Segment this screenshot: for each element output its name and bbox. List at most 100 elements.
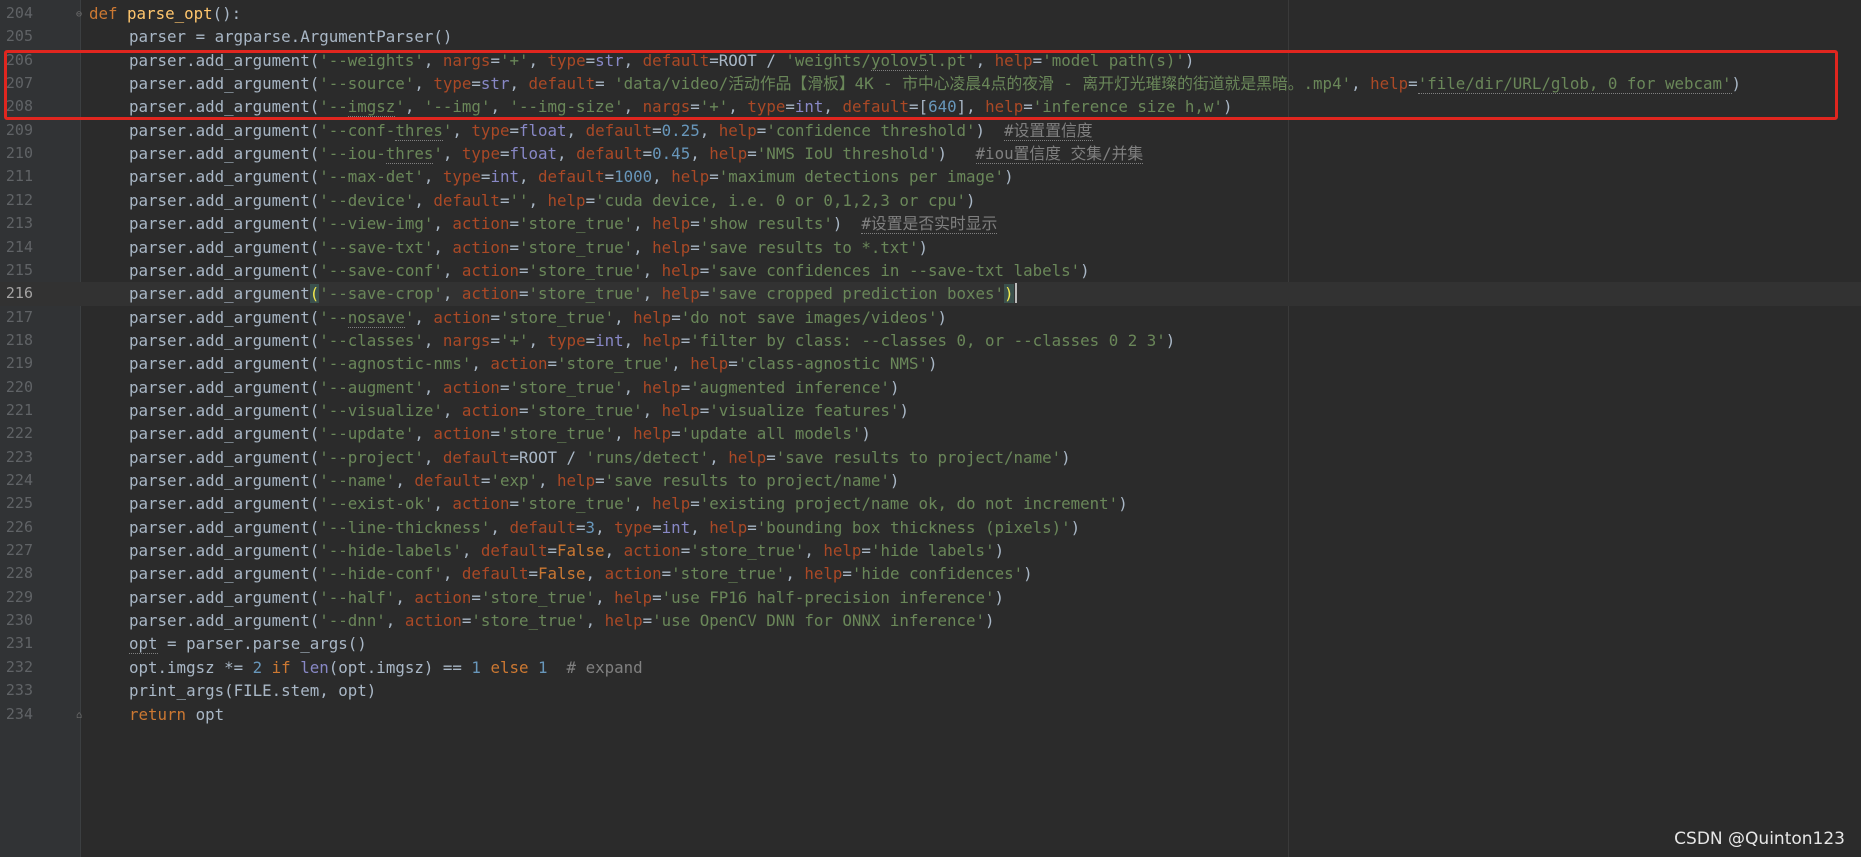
code-token: parser = argparse.ArgumentParser() [129,27,453,47]
code-token: float [509,144,558,164]
code-text: def parse_opt(): [89,2,241,25]
code-line[interactable]: 218 parser.add_argument('--classes', narg… [0,329,1861,352]
line-number: 229 [5,587,33,606]
code-token: = [509,120,519,140]
code-line[interactable]: 229 parser.add_argument('--half', action=… [0,586,1861,609]
code-token: '--agnostic-nms' [319,354,472,374]
code-token: ) [1004,167,1014,187]
code-token: nargs [442,330,491,350]
code-line[interactable]: 215 parser.add_argument('--save-conf', ac… [0,259,1861,282]
code-token: def [89,4,128,23]
code-line[interactable]: 212 parser.add_argument('--device', defau… [0,189,1861,212]
code-token: help [661,400,700,420]
code-text: parser.add_argument('--save-txt', action… [129,236,928,259]
code-line[interactable]: 224 parser.add_argument('--name', default… [0,469,1861,492]
matched-brace: ( [309,284,320,304]
code-token: ) [1118,494,1128,514]
code-line[interactable]: 230 parser.add_argument('--dnn', action='… [0,609,1861,632]
code-text: parser = argparse.ArgumentParser() [129,25,452,48]
code-token: = [766,447,776,467]
code-token: = [680,377,691,397]
code-token: = [490,424,500,444]
code-token: , [690,517,710,537]
code-token: int [595,330,624,350]
code-token: default [442,447,510,467]
code-line[interactable]: 227 parser.add_argument('--hide-labels', … [0,539,1861,562]
code-line[interactable]: 228 parser.add_argument('--hide-conf', de… [0,562,1861,585]
code-token: '--project' [319,447,424,467]
code-token: ) [918,237,928,257]
code-line[interactable]: 219 parser.add_argument('--agnostic-nms',… [0,352,1861,375]
code-token: = [861,541,871,561]
fold-collapse-icon[interactable]: ⊖ [76,10,84,20]
code-token: 'store_true' [518,237,634,257]
code-token: 'runs/detect' [585,447,710,467]
code-line[interactable]: 210 parser.add_argument('--iou-thres', ty… [0,142,1861,165]
code-text: parser.add_argument('--half', action='st… [129,586,1004,609]
code-line[interactable]: 221 parser.add_argument('--visualize', ac… [0,399,1861,422]
code-line[interactable]: 209 parser.add_argument('--conf-thres', t… [0,119,1861,142]
code-line[interactable]: 220 parser.add_argument('--augment', acti… [0,376,1861,399]
code-line[interactable]: 204 ⊖ def parse_opt(): [0,2,1861,25]
code-line[interactable]: 211 parser.add_argument('--max-det', type… [0,165,1861,188]
code-line[interactable]: 205 parser = argparse.ArgumentParser() [0,25,1861,48]
code-token: ) [994,541,1005,561]
code-token: print_args(FILE.stem, opt) [129,681,377,701]
code-token: , [623,330,643,350]
fold-end-icon[interactable]: ⌂ [76,710,84,721]
code-token: = [480,471,491,490]
line-number: 222 [5,424,33,443]
code-token: '--augment' [319,377,424,397]
code-token: 'filter by class: --classes 0, or --clas… [690,330,1166,350]
code-token: , [595,517,615,537]
code-token: , [385,611,405,631]
code-token: 'save results to project/name' [604,471,890,490]
code-token: = [480,167,491,187]
line-number: 218 [5,330,33,349]
code-token: 'store_true' [528,284,643,304]
code-token: , [442,400,462,420]
code-token: # expand [547,657,643,677]
code-token: '--visualize' [319,400,443,420]
code-token: , [442,284,462,304]
code-token: parser.add_argument( [129,307,320,327]
code-token: (opt.imgsz) == [328,657,472,677]
code-token: , [804,541,824,561]
code-text: parser.add_argument('--line-thickness', … [129,516,1080,539]
code-token: , [709,447,729,467]
code-token: type [547,330,586,350]
code-token: ) [1165,330,1176,350]
code-token: 'save confidences in --save-txt labels' [709,260,1081,280]
code-line[interactable]: 222 parser.add_argument('--update', actio… [0,422,1861,445]
code-line[interactable]: 225 parser.add_argument('--exist-ok', act… [0,492,1861,515]
code-token: = [642,611,653,631]
code-token: = [585,330,596,350]
code-token: help [661,260,700,280]
code-token: parser.add_argument( [129,494,320,514]
code-token: , [785,564,805,584]
code-token: parser.add_argument( [129,354,320,374]
code-text: parser.add_argument('--agnostic-nms', ac… [129,352,937,375]
code-line[interactable]: 233 print_args(FILE.stem, opt) [0,679,1861,702]
line-number: 213 [5,214,33,233]
code-token: '--update' [319,424,415,444]
code-line[interactable]: 223 parser.add_argument('--project', defa… [0,446,1861,469]
code-line[interactable]: 217 parser.add_argument('--nosave', actio… [0,306,1861,329]
code-line[interactable]: 231 opt = parser.parse_args() [0,632,1861,655]
code-token: '--max-det' [319,167,424,187]
code-token: parser.add_argument( [129,471,320,490]
code-token: default [576,144,643,164]
code-token: else [480,657,539,677]
code-token: parser.add_argument( [129,611,320,631]
code-editor[interactable]: 204 ⊖ def parse_opt(): 205 parser = argparse… [0,0,1861,857]
code-line[interactable]: 234 ⌂ return opt [0,703,1861,726]
code-line[interactable]: 226 parser.add_argument('--line-thickness… [0,516,1861,539]
code-token: parser.add_argument( [129,447,320,467]
code-text: return opt [129,703,224,726]
code-line[interactable]: 213 parser.add_argument('--view-img', act… [0,212,1861,235]
code-text: opt = parser.parse_args() [129,632,367,655]
code-line[interactable]: 232 opt.imgsz *= 2 if len(opt.imgsz) == 1… [0,656,1861,679]
code-line[interactable]: 214 parser.add_argument('--save-txt', act… [0,236,1861,259]
code-line[interactable]: 216 parser.add_argument('--save-crop', ac… [0,282,1861,306]
code-token: , [585,564,605,584]
